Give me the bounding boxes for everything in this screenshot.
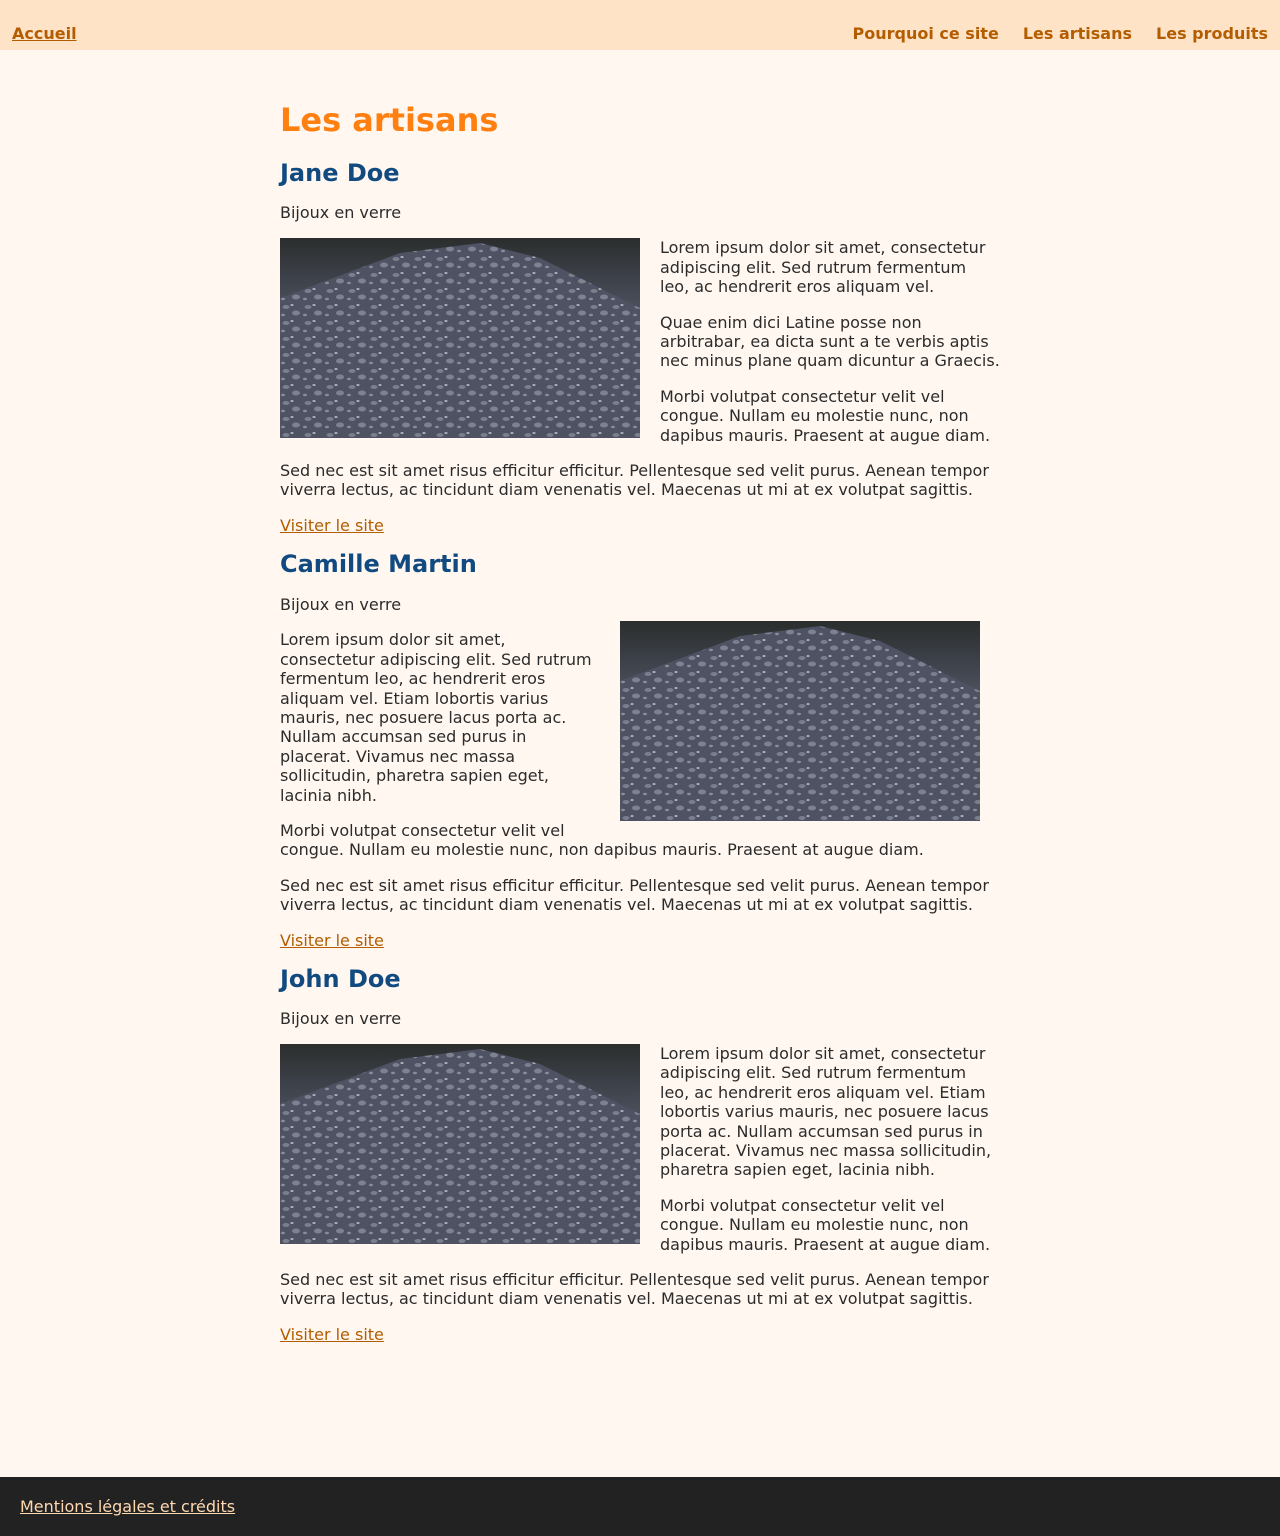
legal-notice-link[interactable]: Mentions légales et crédits (20, 1497, 235, 1516)
artisan-craft: Bijoux en verre (280, 203, 402, 222)
nav-link-why[interactable]: Pourquoi ce site (853, 24, 999, 43)
artisan-card: Jane Doe Bijoux en verre Lorem ipsum dol… (280, 156, 1000, 535)
artisan-card: Camille Martin Bijoux en verre Lorem ips… (280, 547, 1000, 950)
artisan-photo (280, 1043, 640, 1244)
top-navigation-bar: Accueil Pourquoi ce site Les artisans Le… (0, 0, 1280, 50)
visit-site-link[interactable]: Visiter le site (280, 516, 384, 535)
nav-link-artisans[interactable]: Les artisans (1023, 24, 1132, 43)
artisan-paragraph: Sed nec est sit amet risus efficitur eff… (280, 875, 989, 915)
artisan-craft: Bijoux en verre (280, 594, 402, 614)
artisan-craft: Bijoux en verre (280, 1008, 402, 1028)
artisan-name: Jane Doe (280, 159, 400, 187)
artisan-paragraph: Morbi volutpat consectetur velit vel con… (280, 820, 924, 860)
page-title: Les artisans (280, 101, 499, 139)
artisan-card: John Doe Bijoux en verre Lorem ipsum dol… (280, 962, 1000, 1344)
artisan-paragraph: Sed nec est sit amet risus efficitur eff… (280, 1270, 989, 1309)
artisan-paragraph: Sed nec est sit amet risus efficitur eff… (280, 461, 989, 500)
artisan-name: Camille Martin (280, 549, 477, 578)
footer: Mentions légales et crédits (0, 1477, 1280, 1536)
visit-site-link[interactable]: Visiter le site (280, 1325, 384, 1344)
artisan-name: John Doe (280, 964, 401, 993)
artisan-photo (620, 621, 980, 822)
home-link[interactable]: Accueil (12, 24, 77, 43)
main-nav: Pourquoi ce site Les artisans Les produi… (853, 24, 1269, 43)
nav-link-products[interactable]: Les produits (1156, 24, 1268, 43)
visit-site-link[interactable]: Visiter le site (280, 931, 384, 950)
main-content: Les artisans Jane Doe Bijoux en verre Lo… (280, 98, 1000, 1344)
artisan-photo (280, 238, 640, 439)
